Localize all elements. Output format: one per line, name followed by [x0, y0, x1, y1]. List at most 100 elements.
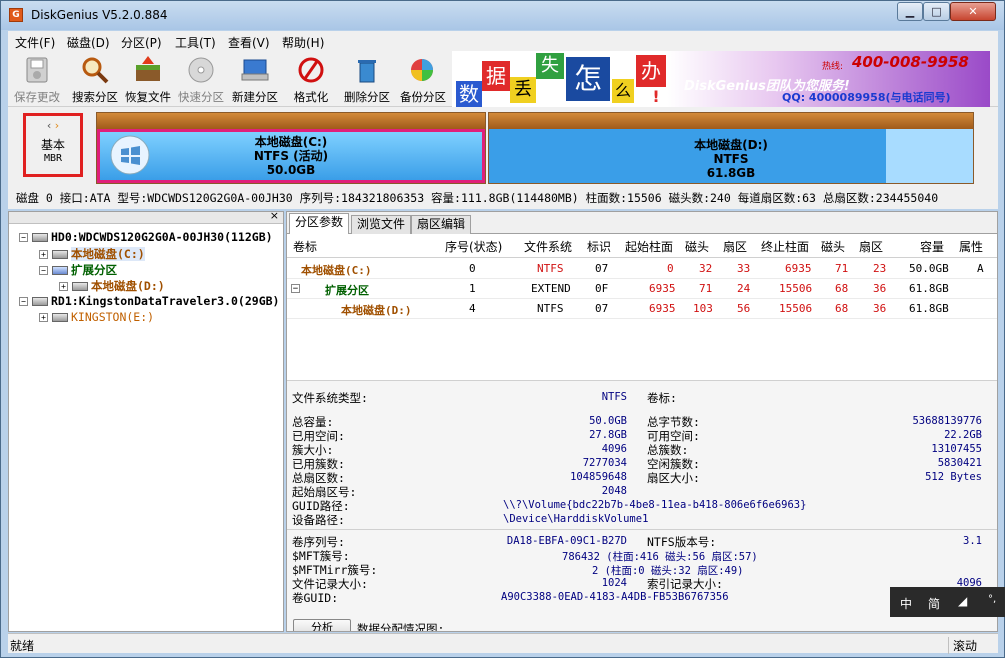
menu-bar: 文件(F) 磁盘(D) 分区(P) 工具(T) 查看(V) 帮助(H): [8, 31, 998, 51]
ime-punctuation-toggle[interactable]: °,: [988, 594, 996, 605]
col-header[interactable]: 文件系统: [524, 238, 572, 255]
tree-toggle[interactable]: −: [19, 233, 28, 242]
menu-file[interactable]: 文件(F): [15, 34, 55, 51]
tab-partition-params[interactable]: 分区参数: [289, 213, 350, 234]
ad-banner[interactable]: 数 据 丢 失 怎 么 办 ! DiskGenius团队为您服务! 热线: 40…: [452, 51, 990, 107]
toolbar-label: 搜索分区: [72, 90, 118, 104]
table-row[interactable]: − 扩展分区 1 EXTEND 0F 6935 71 24 15506 68 3…: [287, 279, 997, 299]
tree-item-extended[interactable]: − 扩展分区: [39, 262, 117, 278]
menu-partition[interactable]: 分区(P): [121, 34, 162, 51]
tree-item-e[interactable]: + KINGSTON(E:): [39, 310, 154, 324]
toolbar-label: 恢复文件: [125, 90, 171, 104]
backup-partition-button[interactable]: 备份分区: [394, 53, 452, 105]
tree-item-c[interactable]: + 本地磁盘(C:): [39, 246, 145, 262]
ime-mode-toggle[interactable]: 中: [900, 595, 912, 612]
banner-char: 么: [612, 79, 634, 103]
detail-label: 扇区大小:: [647, 471, 700, 485]
tree-toggle[interactable]: +: [39, 313, 48, 322]
detail-value: 50.0GB: [589, 415, 627, 427]
nav-arrows-icon[interactable]: ‹ ›: [26, 119, 80, 132]
row-toggle-icon[interactable]: −: [291, 284, 300, 294]
col-header[interactable]: 起始柱面: [625, 238, 673, 255]
minimize-button[interactable]: ▁: [897, 2, 923, 21]
ime-skin-icon[interactable]: ◢: [958, 594, 967, 608]
tree-toggle[interactable]: −: [19, 297, 28, 306]
cell: 32: [699, 262, 713, 275]
format-button[interactable]: 格式化: [282, 53, 340, 105]
close-button[interactable]: ✕: [950, 2, 996, 21]
col-header[interactable]: 容量: [920, 238, 944, 255]
toolbar-label: 保存更改: [14, 90, 60, 104]
ime-variant-toggle[interactable]: 简: [928, 595, 940, 612]
windows-logo-icon: [110, 135, 150, 175]
col-header[interactable]: 扇区: [859, 238, 883, 255]
cell: NTFS: [537, 262, 564, 275]
banner-char: 办: [636, 55, 666, 87]
partition-block-d[interactable]: 本地磁盘(D:) NTFS 61.8GB: [488, 112, 974, 184]
table-row[interactable]: 本地磁盘(C:) 0 NTFS 07 0 32 33 6935 71 23 50…: [287, 259, 997, 279]
tree-item-label: 本地磁盘(D:): [91, 279, 165, 293]
col-header[interactable]: 磁头: [821, 238, 845, 255]
col-header[interactable]: 属性: [959, 238, 983, 255]
tree-toggle[interactable]: +: [59, 282, 68, 291]
menu-view[interactable]: 查看(V): [228, 34, 270, 51]
allocation-label: 数据分配情况图:: [357, 622, 445, 632]
save-changes-button[interactable]: 保存更改: [8, 53, 66, 105]
analyze-button[interactable]: 分析: [293, 619, 351, 631]
partition-icon: [52, 313, 68, 322]
disk-type-box[interactable]: ‹ › 基本 MBR: [23, 113, 83, 177]
col-header[interactable]: 序号(状态): [445, 238, 502, 255]
detail-value: 53688139776: [912, 415, 982, 427]
banner-char: !: [652, 87, 660, 106]
col-header[interactable]: 标识: [587, 238, 611, 255]
cell: 0: [469, 262, 476, 275]
col-header[interactable]: 终止柱面: [761, 238, 809, 255]
tree-toggle[interactable]: +: [39, 250, 48, 259]
menu-disk[interactable]: 磁盘(D): [67, 34, 110, 51]
cell: 56: [737, 302, 751, 315]
partition-block-c[interactable]: 本地磁盘(C:) NTFS (活动) 50.0GB: [96, 112, 486, 184]
tree-item-rd1[interactable]: − RD1:KingstonDataTraveler3.0(29GB): [19, 294, 279, 308]
delete-partition-button[interactable]: 删除分区: [338, 53, 396, 105]
cell: 24: [737, 282, 751, 295]
cell: 15506: [779, 302, 813, 315]
tree-item-d[interactable]: + 本地磁盘(D:): [59, 278, 165, 294]
pane-close-icon[interactable]: ×: [270, 209, 279, 222]
tree-item-label: KINGSTON(E:): [71, 310, 155, 324]
cell: 71: [835, 262, 849, 275]
quick-partition-icon: [188, 57, 214, 83]
tree-toggle[interactable]: −: [39, 266, 48, 275]
partition-size: 61.8GB: [706, 166, 756, 180]
col-header[interactable]: 卷标: [293, 238, 317, 255]
table-row[interactable]: 本地磁盘(D:) 4 NTFS 07 6935 103 56 15506 68 …: [287, 299, 997, 319]
cell: 33: [737, 262, 751, 275]
recover-files-icon: [136, 56, 160, 81]
tree-item-hd0[interactable]: − HD0:WDCWDS120G2G0A-00JH30(112GB): [19, 230, 273, 244]
cell: 0F: [595, 282, 609, 295]
partition-icon: [52, 250, 68, 259]
detail-value: \\?\Volume{bdc22b7b-4be8-11ea-b418-806e6…: [503, 499, 807, 511]
search-partition-button[interactable]: 搜索分区: [66, 53, 124, 105]
col-header[interactable]: 磁头: [685, 238, 709, 255]
quick-partition-button[interactable]: 快速分区: [172, 53, 230, 105]
disk-tree-pane[interactable]: × − HD0:WDCWDS120G2G0A-00JH30(112GB) + 本地磁…: [8, 209, 284, 632]
detail-value: 4096: [601, 443, 627, 455]
tree-item-label: RD1:KingstonDataTraveler3.0(29GB): [51, 294, 280, 308]
menu-help[interactable]: 帮助(H): [282, 34, 324, 51]
menu-tools[interactable]: 工具(T): [175, 34, 216, 51]
tab-sector-edit[interactable]: 扇区编辑: [411, 215, 472, 234]
ime-toolbar[interactable]: 中 简 ◢ °,: [890, 587, 1005, 617]
partition-body: 本地磁盘(C:) NTFS (活动) 50.0GB: [97, 129, 485, 183]
cell: 68: [835, 302, 849, 315]
delete-partition-icon: [358, 60, 376, 83]
new-partition-button[interactable]: 新建分区: [226, 53, 284, 105]
status-text: 就绪: [10, 639, 35, 653]
tab-browse-files[interactable]: 浏览文件: [351, 215, 412, 234]
detail-value: 2048: [601, 485, 627, 497]
recover-files-button[interactable]: 恢复文件: [119, 53, 177, 105]
maximize-button[interactable]: □: [923, 2, 950, 21]
detail-value: 1024: [601, 577, 627, 589]
detail-value: 3.1: [963, 535, 982, 547]
cell-label: 本地磁盘(C:): [301, 264, 372, 277]
col-header[interactable]: 扇区: [723, 238, 747, 255]
